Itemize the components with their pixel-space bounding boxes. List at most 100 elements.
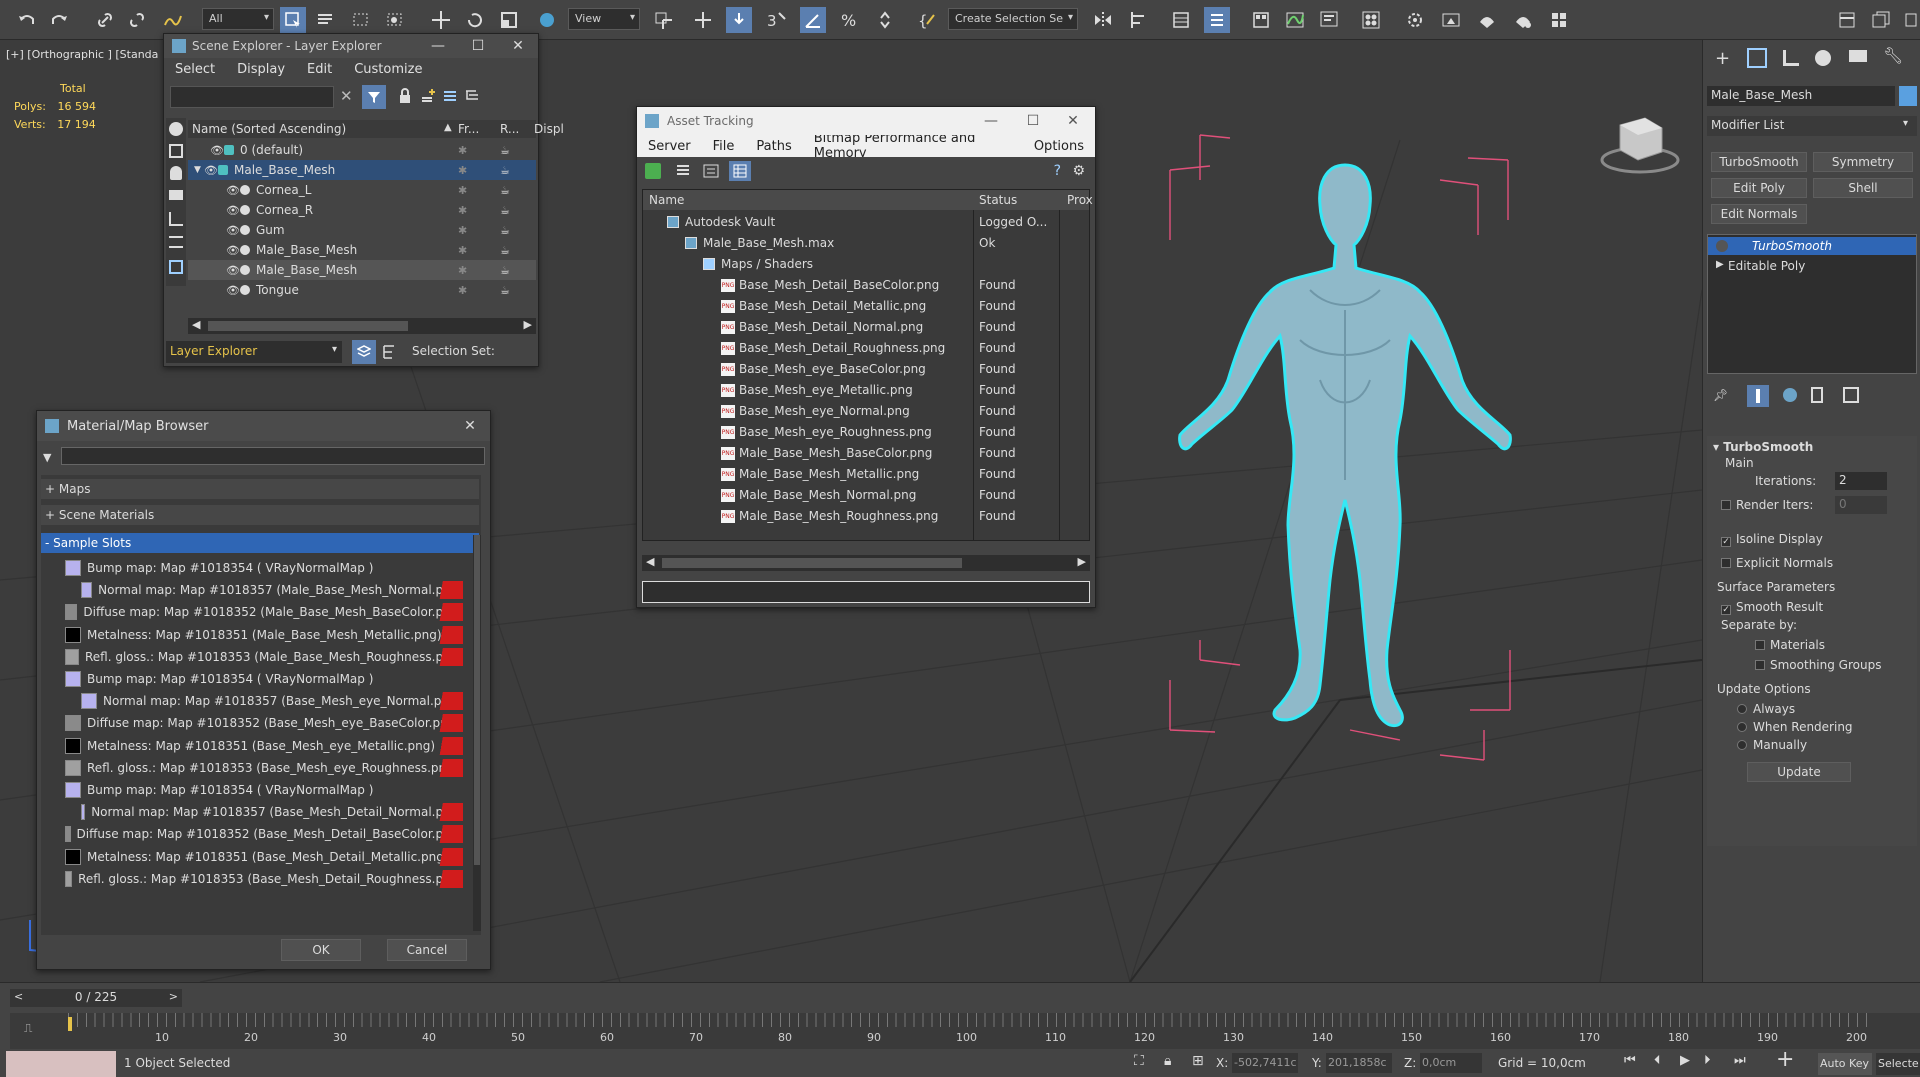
renderable-teapot-icon[interactable]: ☕︎	[500, 144, 510, 157]
motion-tab-icon[interactable]	[1815, 50, 1831, 66]
sample-slot-item[interactable]: Normal map: Map #1018357 (Base_Mesh_eye_…	[53, 690, 463, 713]
asset-row[interactable]: PNG Base_Mesh_eye_Metallic.png Found	[643, 380, 1089, 400]
freeze-icon[interactable]: ✱	[458, 184, 467, 197]
renderable-teapot-icon[interactable]: ☕︎	[500, 184, 510, 197]
column-status[interactable]: Status	[979, 193, 1017, 207]
render-setup-icon[interactable]	[1402, 7, 1428, 33]
toggle-layer-explorer-icon[interactable]	[1204, 7, 1230, 33]
sample-slot-item[interactable]: Refl. gloss.: Map #1018353 (Base_Mesh_De…	[53, 867, 463, 890]
ok-button[interactable]: OK	[281, 939, 361, 961]
sample-slot-item[interactable]: Metalness: Map #1018351 (Male_Base_Mesh_…	[53, 623, 463, 646]
scroll-left-icon[interactable]: ◀	[192, 318, 200, 331]
manually-radio[interactable]: Manually	[1737, 738, 1807, 752]
stack-item-turbosmooth[interactable]: TurboSmooth	[1708, 237, 1916, 255]
asset-row[interactable]: PNG Base_Mesh_eye_Roughness.png Found	[643, 422, 1089, 442]
symmetry-quick-button[interactable]: Symmetry	[1813, 152, 1913, 172]
explicit-normals-checkbox[interactable]: Explicit Normals	[1721, 556, 1833, 570]
sample-slot-item[interactable]: Metalness: Map #1018351 (Base_Mesh_Detai…	[53, 845, 463, 868]
cancel-button[interactable]: Cancel	[387, 939, 467, 961]
asset-row[interactable]: PNG Base_Mesh_eye_BaseColor.png Found	[643, 359, 1089, 379]
sample-slot-item[interactable]: Normal map: Map #1018357 (Male_Base_Mesh…	[53, 579, 463, 602]
pin-stack-icon[interactable]: 📌︎	[1713, 388, 1728, 402]
renderable-teapot-icon[interactable]: ☕︎	[500, 244, 510, 257]
redo-icon[interactable]	[46, 7, 72, 33]
move-icon[interactable]	[428, 7, 454, 33]
maximize-icon[interactable]: ☐	[458, 34, 498, 58]
vault-settings-icon[interactable]: ⚙	[1072, 163, 1085, 179]
create-selection-set-select[interactable]: Create Selection Se	[948, 8, 1078, 30]
column-name[interactable]: Name	[649, 193, 684, 207]
render-production-icon[interactable]	[1474, 7, 1500, 33]
select-manipulate-icon[interactable]	[690, 7, 716, 33]
visibility-eye-icon[interactable]: 👁︎	[226, 204, 240, 217]
display-shapes-icon[interactable]	[169, 144, 183, 158]
selection-lock-icon[interactable]: 🔒︎	[1164, 1053, 1171, 1069]
render-iters-spinner[interactable]: 0	[1835, 496, 1887, 514]
light-bulb-icon[interactable]	[1716, 240, 1728, 252]
mirror-icon[interactable]	[1090, 7, 1116, 33]
browser-vscrollbar[interactable]	[473, 535, 481, 931]
display-bone-icon[interactable]	[169, 260, 183, 274]
track-bar[interactable]: ⎍ 10 20 30 40 50 60 70 80 90 100 110 120 130 140 150 16…	[10, 1013, 1920, 1049]
table-view-icon[interactable]	[729, 161, 751, 181]
select-by-name-icon[interactable]	[312, 7, 338, 33]
hierarchy-tab-icon[interactable]	[1783, 50, 1799, 66]
display-lights-icon[interactable]	[170, 166, 182, 180]
shell-quick-button[interactable]: Shell	[1813, 178, 1913, 198]
close-icon[interactable]: ✕	[1053, 107, 1093, 135]
rollout-title[interactable]: ▾ TurboSmooth	[1713, 440, 1813, 454]
key-mode-icon[interactable]: +	[1776, 1047, 1794, 1072]
schematic-view-icon[interactable]	[1316, 7, 1342, 33]
asset-row[interactable]: PNG Base_Mesh_Detail_BaseColor.png Found	[643, 275, 1089, 295]
smooth-result-checkbox[interactable]: ✓ Smooth Result	[1721, 600, 1823, 615]
sample-slot-item[interactable]: Diffuse map: Map #1018352 (Base_Mesh_eye…	[53, 712, 463, 735]
filter-icon[interactable]	[362, 85, 386, 109]
asset-row[interactable]: PNG Male_Base_Mesh_Normal.png Found	[643, 485, 1089, 505]
scroll-right-icon[interactable]: ▶	[1078, 555, 1086, 568]
column-freeze[interactable]: Fr...	[458, 122, 479, 136]
display-spacewarps-icon[interactable]	[169, 236, 183, 248]
link-icon[interactable]	[92, 7, 118, 33]
edit-named-selections-icon[interactable]: {	[914, 7, 940, 33]
refresh-icon[interactable]	[645, 163, 661, 179]
asset-hscrollbar[interactable]: ◀ ▶	[642, 555, 1090, 571]
stack-item-editable-poly[interactable]: ▶ Editable Poly	[1708, 257, 1916, 275]
column-name[interactable]: Name (Sorted Ascending)	[192, 122, 346, 136]
visibility-eye-icon[interactable]: 👁︎	[226, 224, 240, 237]
show-end-result-icon[interactable]	[1747, 385, 1769, 407]
window-crossing-icon[interactable]	[382, 7, 408, 33]
tree-view-icon[interactable]	[703, 163, 719, 179]
edit-normals-quick-button[interactable]: Edit Normals	[1711, 204, 1807, 224]
snap-toggle-icon[interactable]: 3	[764, 7, 790, 33]
menu-select[interactable]: Select	[164, 62, 226, 77]
align-icon[interactable]	[1126, 7, 1152, 33]
freeze-icon[interactable]: ✱	[458, 244, 467, 257]
edit-poly-quick-button[interactable]: Edit Poly	[1711, 178, 1807, 198]
visibility-eye-icon[interactable]: 👁︎	[210, 144, 224, 157]
undo-icon[interactable]	[14, 7, 40, 33]
toggle-ribbon-icon[interactable]	[1248, 7, 1274, 33]
projects-icon[interactable]	[1868, 7, 1894, 33]
sample-slot-item[interactable]: Diffuse map: Map #1018352 (Male_Base_Mes…	[53, 601, 463, 624]
scene-explorer-titlebar[interactable]: Scene Explorer - Layer Explorer — ☐ ✕	[164, 34, 538, 58]
isolate-selection-icon[interactable]: ⛶	[1134, 1053, 1144, 1069]
explorer-row[interactable]: ▼ 👁︎ Male_Base_Mesh ✱ ☕︎	[188, 160, 536, 180]
freeze-icon[interactable]: ✱	[458, 164, 467, 177]
x-coord-field[interactable]: -502,7411c	[1232, 1053, 1298, 1073]
display-cameras-icon[interactable]	[169, 190, 183, 200]
scroll-thumb[interactable]	[662, 558, 962, 568]
group-scene-materials[interactable]: + Scene Materials	[41, 505, 479, 525]
visibility-eye-icon[interactable]: 👁︎	[226, 184, 240, 197]
asset-row[interactable]: PNG Base_Mesh_Detail_Normal.png Found	[643, 317, 1089, 337]
display-tab-icon[interactable]	[1849, 50, 1867, 62]
layers-icon[interactable]	[352, 340, 376, 364]
hierarchy-view-icon[interactable]	[382, 344, 396, 360]
asset-row[interactable]: PNG Male_Base_Mesh_Metallic.png Found	[643, 464, 1089, 484]
key-filter-select[interactable]: Selecte	[1876, 1053, 1920, 1075]
explorer-row[interactable]: 👁︎ Cornea_L ✱ ☕︎	[188, 180, 536, 200]
toolbar-overflow-icon[interactable]	[1898, 7, 1920, 33]
explorer-mode-select[interactable]: Layer Explorer	[166, 341, 342, 363]
freeze-icon[interactable]: ✱	[458, 144, 467, 157]
asset-row[interactable]: Male_Base_Mesh.max Ok	[643, 233, 1089, 253]
material-editor-icon[interactable]	[1358, 7, 1384, 33]
